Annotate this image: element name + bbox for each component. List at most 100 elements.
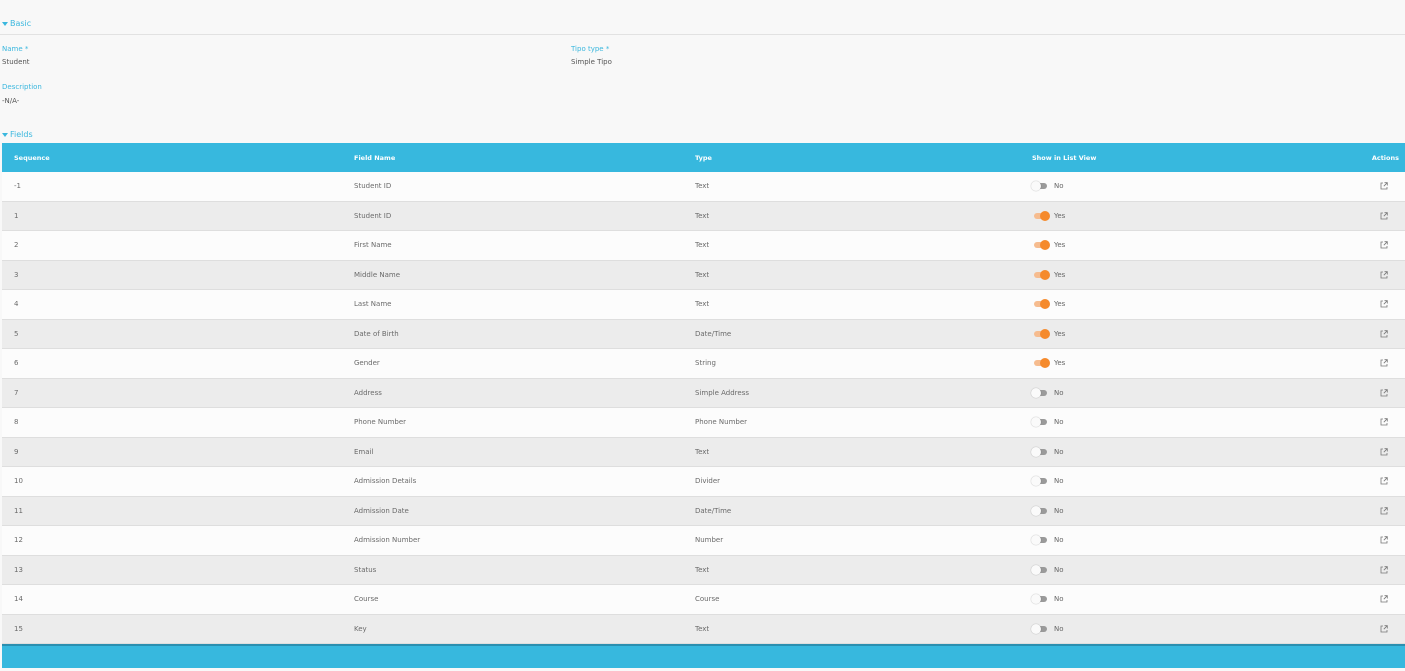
- show-in-list-view-toggle[interactable]: [1031, 476, 1049, 487]
- sequence-cell: 3: [14, 270, 19, 279]
- type-cell: Divider: [695, 477, 721, 486]
- external-link-icon[interactable]: [1380, 448, 1388, 456]
- show-in-list-view-cell: No: [1020, 476, 1350, 487]
- column-header-type[interactable]: Type: [681, 154, 1020, 162]
- type-cell: Text: [695, 565, 710, 574]
- table-row: 9 Email Text No: [2, 437, 1405, 467]
- table-row: 14 Course Course No: [2, 585, 1405, 615]
- column-header-field-name[interactable]: Field Name: [341, 154, 681, 162]
- actions-cell: [1350, 625, 1405, 633]
- toggle-knob: [1031, 181, 1041, 192]
- sequence-cell: 8: [14, 418, 19, 427]
- external-link-icon[interactable]: [1380, 536, 1388, 544]
- type-cell: String: [695, 359, 716, 368]
- toggle-knob: [1040, 299, 1050, 310]
- name-value: Student: [2, 58, 30, 66]
- column-header-show-in-list-view[interactable]: Show in List View: [1020, 154, 1350, 162]
- toggle-knob: [1031, 535, 1041, 546]
- caret-down-icon: [2, 21, 8, 26]
- toggle-knob: [1040, 269, 1050, 280]
- type-cell: Date/Time: [695, 506, 732, 515]
- table-header: Sequence Field Name Type Show in List Vi…: [2, 143, 1405, 172]
- show-in-list-view-cell: No: [1020, 594, 1350, 605]
- external-link-icon[interactable]: [1380, 241, 1388, 249]
- actions-cell: [1350, 330, 1405, 338]
- external-link-icon[interactable]: [1380, 182, 1388, 190]
- toggle-knob: [1031, 476, 1041, 487]
- external-link-icon[interactable]: [1380, 595, 1388, 603]
- show-in-list-view-toggle[interactable]: [1031, 623, 1049, 634]
- actions-cell: [1350, 241, 1405, 249]
- tipo-detail-page: Basic Name * Student Tipo type * Simple …: [0, 0, 1405, 671]
- show-in-list-view-cell: Yes: [1020, 269, 1350, 280]
- external-link-icon[interactable]: [1380, 507, 1388, 515]
- external-link-icon[interactable]: [1380, 389, 1388, 397]
- toggle-label: Yes: [1054, 359, 1066, 368]
- table-row: 8 Phone Number Phone Number No: [2, 408, 1405, 438]
- show-in-list-view-toggle[interactable]: [1032, 358, 1050, 369]
- show-in-list-view-cell: Yes: [1020, 358, 1350, 369]
- type-cell: Text: [695, 624, 710, 633]
- table-row: -1 Student ID Text No: [2, 172, 1405, 202]
- sequence-cell: 6: [14, 359, 19, 368]
- show-in-list-view-cell: No: [1020, 623, 1350, 634]
- toggle-knob: [1031, 505, 1041, 516]
- field-name-cell: Status: [354, 565, 377, 574]
- actions-cell: [1350, 448, 1405, 456]
- column-header-sequence[interactable]: Sequence: [2, 154, 341, 162]
- type-cell: Text: [695, 211, 710, 220]
- field-name-cell: Middle Name: [354, 270, 400, 279]
- show-in-list-view-cell: Yes: [1020, 328, 1350, 339]
- show-in-list-view-cell: No: [1020, 181, 1350, 192]
- show-in-list-view-toggle[interactable]: [1032, 240, 1050, 251]
- external-link-icon[interactable]: [1380, 330, 1388, 338]
- table-row: 3 Middle Name Text Yes: [2, 260, 1405, 290]
- show-in-list-view-toggle[interactable]: [1032, 299, 1050, 310]
- actions-cell: [1350, 507, 1405, 515]
- sequence-cell: 5: [14, 329, 19, 338]
- type-cell: Text: [695, 241, 710, 250]
- external-link-icon[interactable]: [1380, 477, 1388, 485]
- show-in-list-view-cell: No: [1020, 387, 1350, 398]
- external-link-icon[interactable]: [1380, 212, 1388, 220]
- show-in-list-view-toggle[interactable]: [1032, 210, 1050, 221]
- sequence-cell: 7: [14, 388, 19, 397]
- show-in-list-view-toggle[interactable]: [1031, 535, 1049, 546]
- show-in-list-view-toggle[interactable]: [1031, 505, 1049, 516]
- external-link-icon[interactable]: [1380, 359, 1388, 367]
- show-in-list-view-toggle[interactable]: [1031, 181, 1049, 192]
- fields-section-toggle[interactable]: Fields: [2, 130, 33, 139]
- field-name-cell: Last Name: [354, 300, 392, 309]
- caret-down-icon: [2, 132, 8, 137]
- show-in-list-view-toggle[interactable]: [1031, 387, 1049, 398]
- show-in-list-view-toggle[interactable]: [1032, 328, 1050, 339]
- external-link-icon[interactable]: [1380, 300, 1388, 308]
- tipo-type-value: Simple Tipo: [571, 58, 612, 66]
- show-in-list-view-toggle[interactable]: [1031, 446, 1049, 457]
- actions-cell: [1350, 359, 1405, 367]
- fields-table: Sequence Field Name Type Show in List Vi…: [2, 143, 1405, 644]
- basic-section-toggle[interactable]: Basic: [2, 19, 31, 28]
- toggle-label: No: [1054, 477, 1064, 486]
- show-in-list-view-toggle[interactable]: [1031, 417, 1049, 428]
- field-name-cell: Student ID: [354, 182, 392, 191]
- actions-cell: [1350, 595, 1405, 603]
- show-in-list-view-toggle[interactable]: [1031, 564, 1049, 575]
- table-row: 7 Address Simple Address No: [2, 378, 1405, 408]
- table-footer-bar: [2, 644, 1405, 668]
- external-link-icon[interactable]: [1380, 566, 1388, 574]
- show-in-list-view-toggle[interactable]: [1031, 594, 1049, 605]
- field-name-cell: Admission Number: [354, 536, 421, 545]
- sequence-cell: 4: [14, 300, 19, 309]
- external-link-icon[interactable]: [1380, 418, 1388, 426]
- toggle-label: No: [1054, 388, 1064, 397]
- toggle-label: No: [1054, 506, 1064, 515]
- external-link-icon[interactable]: [1380, 271, 1388, 279]
- external-link-icon[interactable]: [1380, 625, 1388, 633]
- show-in-list-view-cell: No: [1020, 446, 1350, 457]
- show-in-list-view-toggle[interactable]: [1032, 269, 1050, 280]
- toggle-knob: [1031, 594, 1041, 605]
- basic-section-title: Basic: [10, 19, 32, 28]
- field-name-cell: Address: [354, 388, 382, 397]
- toggle-knob: [1031, 387, 1041, 398]
